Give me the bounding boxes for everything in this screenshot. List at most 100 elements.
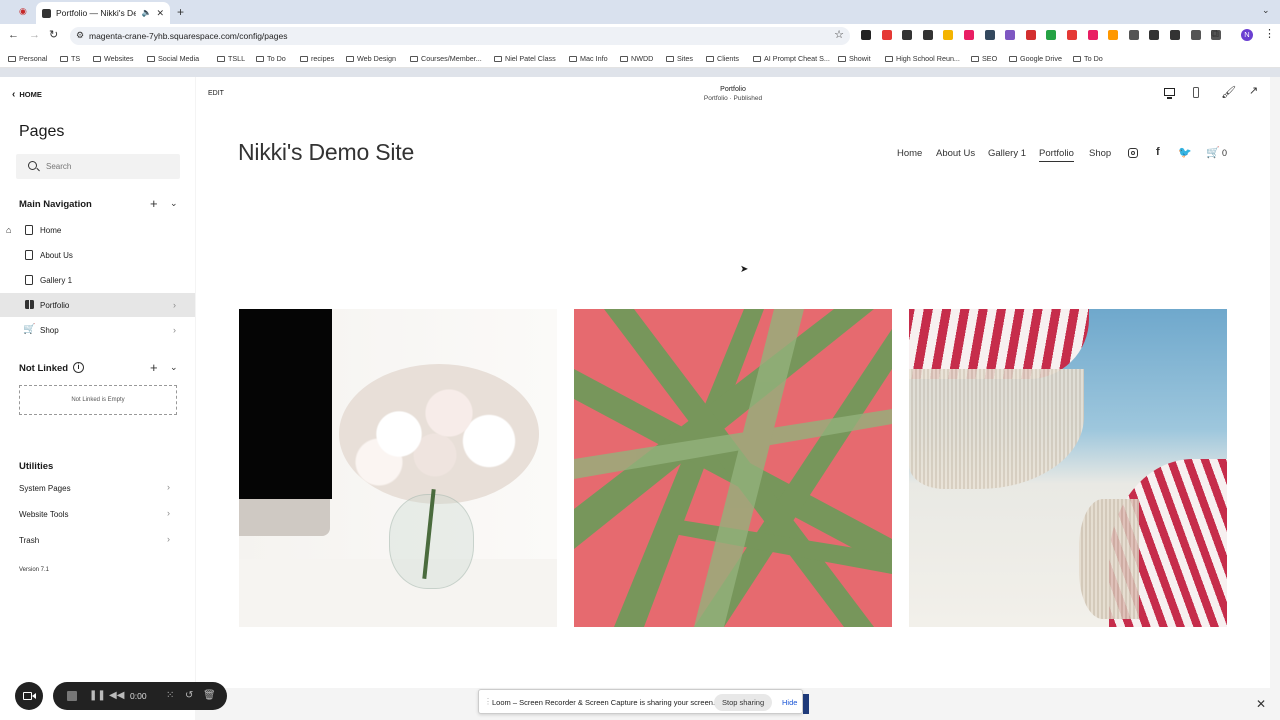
drag-handle-icon[interactable]: ⋮ — [484, 697, 492, 706]
bookmark-item[interactable]: Websites — [93, 54, 133, 63]
back-icon[interactable]: ← — [8, 30, 19, 41]
extension-icon[interactable] — [984, 30, 995, 40]
extension-icon[interactable] — [964, 30, 974, 40]
extension-icon[interactable] — [1025, 30, 1036, 40]
portfolio-image-flowers[interactable] — [239, 309, 557, 627]
sidebar-item-gallery-1[interactable]: Gallery 1 — [0, 268, 195, 292]
back-home-link[interactable]: ‹ HOME — [12, 89, 42, 100]
browser-menu-icon[interactable]: ⋮ — [1264, 29, 1275, 40]
loom-camera-button[interactable] — [15, 682, 43, 710]
sidebar-item-home[interactable]: Home — [0, 218, 195, 242]
search-box[interactable] — [16, 154, 180, 179]
extension-icon[interactable] — [922, 30, 933, 40]
bookmark-item[interactable]: Courses/Member... — [410, 54, 482, 63]
design-brush-icon[interactable]: 🖌 — [1221, 86, 1236, 98]
edit-button[interactable]: EDIT — [208, 90, 224, 97]
profile-avatar[interactable]: N — [1241, 29, 1253, 41]
bookmark-item[interactable]: Social Media — [147, 54, 199, 63]
bookmark-item[interactable]: Niel Patel Class — [494, 54, 556, 63]
open-external-icon[interactable]: ↗ — [1249, 86, 1258, 97]
pause-icon[interactable]: ❚❚ — [89, 690, 106, 701]
tab-search-icon[interactable]: ⌄ — [1262, 6, 1270, 15]
bookmark-item[interactable]: recipes — [300, 54, 334, 63]
restart-icon[interactable]: ↺ — [185, 690, 193, 701]
site-info-icon[interactable]: ⚙ — [76, 31, 84, 40]
utility-trash[interactable]: Trash — [19, 536, 39, 545]
extension-icon[interactable] — [1046, 30, 1057, 40]
reload-icon[interactable]: ↻ — [49, 30, 58, 41]
extension-icon[interactable] — [943, 30, 954, 40]
forward-icon[interactable]: → — [29, 30, 40, 41]
add-unlinked-page-icon[interactable]: + — [150, 361, 158, 374]
cart-icon[interactable]: 🛒 — [1206, 146, 1220, 159]
bookmark-item[interactable]: Sites — [666, 54, 693, 63]
speaker-icon[interactable]: 🔈 — [141, 9, 151, 17]
chevron-right-icon[interactable]: › — [167, 508, 170, 518]
not-linked-chevron-icon[interactable]: ⌄ — [170, 363, 178, 372]
sidebar-item-about-us[interactable]: About Us — [0, 243, 195, 267]
bookmark-item[interactable]: Showit — [838, 54, 871, 63]
desktop-view-icon[interactable] — [1164, 88, 1175, 96]
extension-icon[interactable] — [1005, 30, 1016, 40]
portfolio-image-palm[interactable] — [574, 309, 892, 627]
facebook-icon[interactable]: f — [1156, 146, 1160, 158]
extension-icon[interactable] — [1067, 30, 1077, 40]
bookmark-item[interactable]: AI Prompt Cheat S... — [753, 54, 830, 63]
extensions-icon[interactable]: ⧉ — [1211, 29, 1219, 40]
extension-icon[interactable] — [881, 30, 892, 40]
site-nav-portfolio[interactable]: Portfolio — [1039, 148, 1074, 162]
hide-button[interactable]: Hide — [782, 698, 797, 707]
new-tab-icon[interactable]: + — [177, 6, 184, 18]
extension-icon[interactable] — [1128, 30, 1139, 40]
extension-icon[interactable] — [861, 30, 871, 40]
bookmark-item[interactable]: Google Drive — [1009, 54, 1062, 63]
chevron-right-icon[interactable]: › — [173, 325, 176, 335]
info-icon[interactable]: i — [73, 362, 84, 373]
bookmark-item[interactable]: SEO — [971, 54, 997, 63]
collapse-chevron-icon[interactable]: ⌄ — [170, 199, 178, 208]
sidebar-item-shop[interactable]: 🛒 Shop › — [0, 318, 195, 342]
drawing-grid-icon[interactable]: ⁙ — [166, 690, 174, 701]
extension-icon[interactable] — [1170, 30, 1180, 40]
add-page-icon[interactable]: + — [150, 197, 158, 210]
mobile-view-icon[interactable] — [1193, 87, 1199, 98]
bookmark-item[interactable]: High School Reun... — [885, 54, 960, 63]
bookmark-item[interactable]: To Do — [256, 54, 286, 63]
extension-icon[interactable] — [902, 30, 913, 40]
chevron-right-icon[interactable]: › — [173, 300, 176, 310]
rewind-icon[interactable]: ◀◀ — [109, 690, 124, 701]
chevron-right-icon[interactable]: › — [167, 482, 170, 492]
bookmark-item[interactable]: Clients — [706, 54, 739, 63]
site-nav-about-us[interactable]: About Us — [936, 148, 975, 159]
trash-icon[interactable]: 🗑 — [203, 690, 216, 701]
record-icon[interactable]: ◉ — [19, 7, 27, 16]
bookmark-item[interactable]: TS — [60, 54, 80, 63]
utility-system-pages[interactable]: System Pages — [19, 484, 71, 493]
site-nav-home[interactable]: Home — [897, 148, 922, 159]
bookmark-item[interactable]: Mac Info — [569, 54, 608, 63]
bookmark-star-icon[interactable]: ☆ — [834, 30, 844, 41]
sidebar-item-portfolio[interactable]: Portfolio › — [0, 293, 195, 317]
stop-sharing-button[interactable]: Stop sharing — [714, 694, 773, 711]
browser-tab[interactable]: Portfolio — Nikki's Demo 🔈 ✕ — [36, 2, 170, 24]
bookmark-item[interactable]: TSLL — [217, 54, 245, 63]
twitter-icon[interactable]: 🐦 — [1178, 146, 1192, 159]
address-bar[interactable]: ⚙ magenta-crane-7yhb.squarespace.com/con… — [70, 27, 850, 45]
extension-icon[interactable] — [1190, 30, 1201, 40]
close-panel-icon[interactable]: ✕ — [1256, 698, 1266, 710]
extension-icon[interactable] — [1087, 30, 1098, 40]
search-input[interactable] — [46, 159, 166, 174]
site-nav-gallery-1[interactable]: Gallery 1 — [988, 148, 1026, 159]
site-nav-shop[interactable]: Shop — [1089, 148, 1111, 159]
extension-icon[interactable] — [1108, 30, 1119, 40]
bookmark-item[interactable]: To Do — [1073, 54, 1103, 63]
extension-icon[interactable] — [1149, 30, 1160, 40]
bookmark-item[interactable]: Web Design — [346, 54, 396, 63]
stop-recording-icon[interactable] — [67, 691, 77, 701]
tab-close-icon[interactable]: ✕ — [156, 8, 164, 18]
bookmark-item[interactable]: NWDD — [620, 54, 653, 63]
chevron-right-icon[interactable]: › — [167, 534, 170, 544]
bookmark-item[interactable]: Personal — [8, 54, 47, 63]
portfolio-image-umbrella[interactable] — [909, 309, 1227, 627]
utility-website-tools[interactable]: Website Tools — [19, 510, 69, 519]
